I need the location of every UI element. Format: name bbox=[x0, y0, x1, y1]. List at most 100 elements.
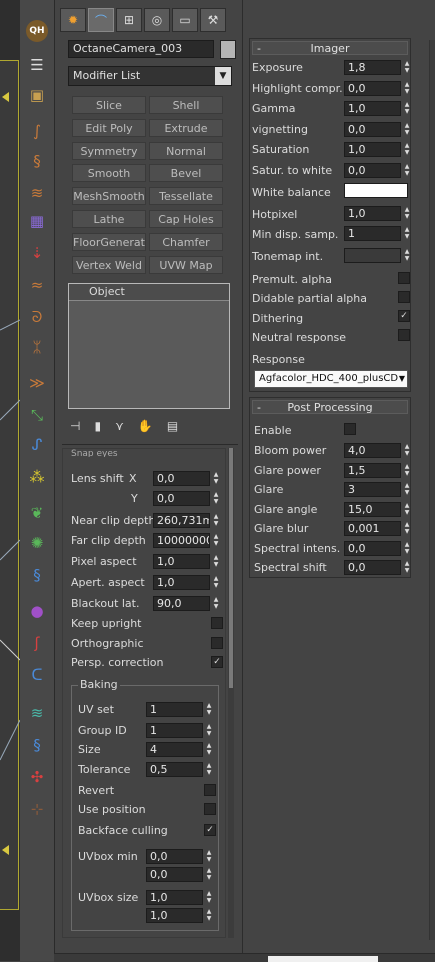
spinner-arrows-icon[interactable]: ▲ ▼ bbox=[402, 521, 412, 536]
modifier-button[interactable]: Slice bbox=[72, 96, 146, 114]
param-spinner[interactable]: 1,5 ▲ ▼ bbox=[344, 462, 412, 478]
pin-stack-icon[interactable]: ⊣ bbox=[70, 419, 80, 433]
modifier-button[interactable]: Cap Holes bbox=[149, 210, 223, 228]
skew-modifier-icon[interactable]: ≫ bbox=[23, 370, 51, 396]
param-spinner[interactable]: 0,0 ▲ ▼ bbox=[344, 560, 412, 575]
utilities-tab[interactable]: ⚒ bbox=[200, 8, 226, 32]
modifier-button[interactable]: Normal bbox=[149, 141, 223, 160]
param-value[interactable]: 0,0 bbox=[344, 560, 401, 575]
pixel-aspect-spinner[interactable]: 1,0 ▲ ▼ bbox=[153, 554, 221, 569]
spinner-arrows-icon[interactable]: ▲ ▼ bbox=[211, 533, 221, 548]
modifier-stack[interactable]: Object bbox=[68, 283, 230, 409]
spinner-arrows-icon[interactable]: ▲ ▼ bbox=[402, 206, 412, 221]
spinner-arrows-icon[interactable]: ▲ ▼ bbox=[402, 560, 412, 575]
display-tab[interactable]: ▭ bbox=[172, 8, 198, 32]
object-color-swatch[interactable] bbox=[220, 40, 236, 59]
spinner-arrows-icon[interactable]: ▲ ▼ bbox=[402, 122, 412, 137]
spinner-arrows-icon[interactable]: ▲ ▼ bbox=[402, 482, 412, 497]
premult-alpha-checkbox[interactable] bbox=[398, 272, 410, 284]
hierarchy-tab[interactable]: ⊞ bbox=[116, 8, 142, 32]
modifier-button[interactable]: MeshSmooth bbox=[72, 187, 146, 206]
param-spinner[interactable]: 0,0 ▲ ▼ bbox=[344, 121, 412, 137]
slice-modifier-icon[interactable]: ʃ bbox=[23, 630, 51, 656]
param-spinner[interactable]: 3 ▲ ▼ bbox=[344, 482, 412, 497]
backface-culling-checkbox[interactable]: ✓ bbox=[204, 824, 216, 836]
right-panel-scrollbar[interactable] bbox=[429, 40, 435, 940]
spinner-arrows-icon[interactable]: ▲ ▼ bbox=[402, 142, 412, 157]
modifier-button[interactable]: Chamfer bbox=[149, 232, 223, 251]
imager-rollout-header[interactable]: - Imager bbox=[252, 41, 408, 55]
command-panel-scrollbar[interactable] bbox=[228, 448, 234, 938]
spinner-arrows-icon[interactable]: ▲ ▼ bbox=[204, 867, 214, 882]
param-value[interactable]: 3 bbox=[344, 482, 401, 497]
modifier-button[interactable]: UVW Map bbox=[149, 255, 223, 274]
keep-upright-checkbox[interactable] bbox=[211, 617, 223, 629]
qh-icon[interactable]: QH bbox=[26, 20, 48, 42]
bone-modifier-icon[interactable]: ⊹ bbox=[23, 796, 51, 822]
ripple-modifier-icon[interactable]: ≈ bbox=[23, 272, 51, 298]
remove-modifier-icon[interactable]: ✋ bbox=[138, 419, 153, 433]
lattice-modifier-icon[interactable]: ▦ bbox=[23, 208, 51, 234]
chevron-down-icon[interactable]: ▼ bbox=[215, 67, 231, 85]
spinner-arrows-icon[interactable]: ▲ ▼ bbox=[402, 248, 412, 263]
param-spinner[interactable]: 1,0 ▲ ▼ bbox=[344, 142, 412, 157]
modifier-button[interactable]: FloorGenerator bbox=[72, 232, 146, 251]
enable-checkbox[interactable] bbox=[344, 423, 356, 435]
spinner-arrows-icon[interactable]: ▲ ▼ bbox=[211, 491, 221, 506]
white-balance-swatch[interactable] bbox=[344, 183, 408, 198]
modifier-button[interactable]: Symmetry bbox=[72, 141, 146, 160]
spinner-arrows-icon[interactable]: ▲ ▼ bbox=[204, 723, 214, 738]
spinner-arrows-icon[interactable]: ▲ ▼ bbox=[402, 226, 412, 241]
revert-checkbox[interactable] bbox=[204, 784, 216, 796]
squeeze-modifier-icon[interactable]: ᛯ bbox=[23, 334, 51, 360]
param-spinner[interactable]: 4,0 ▲ ▼ bbox=[344, 443, 412, 458]
xform-modifier-icon[interactable]: ⁂ bbox=[23, 464, 51, 490]
tolerance-spinner[interactable]: 0,5 ▲ ▼ bbox=[146, 762, 214, 777]
spinner-arrows-icon[interactable]: ▲ ▼ bbox=[204, 702, 214, 717]
param-value[interactable]: 0,0 bbox=[344, 121, 401, 137]
modifier-button[interactable]: Bevel bbox=[149, 164, 223, 183]
param-value[interactable]: 4,0 bbox=[344, 443, 401, 458]
param-value[interactable]: 0,0 bbox=[344, 80, 401, 96]
uvbox-size-u-spinner[interactable]: 1,0 ▲ ▼ bbox=[146, 890, 214, 905]
blackout-spinner[interactable]: 90,0 ▲ ▼ bbox=[153, 596, 221, 611]
list-icon[interactable]: ☰ bbox=[23, 52, 51, 78]
spline-ik-icon[interactable]: ⤡ bbox=[23, 402, 51, 428]
configure-sets-icon[interactable]: ▤ bbox=[167, 419, 178, 433]
spinner-arrows-icon[interactable]: ▲ ▼ bbox=[211, 471, 221, 486]
param-value[interactable]: 0,0 bbox=[344, 162, 401, 178]
param-spinner[interactable]: 1,8 ▲ ▼ bbox=[344, 60, 412, 75]
param-value[interactable]: 0,0 bbox=[344, 540, 401, 556]
stretch-modifier-icon[interactable]: ᘐ bbox=[23, 304, 51, 330]
spinner-arrows-icon[interactable]: ▲ ▼ bbox=[402, 541, 412, 556]
param-spinner[interactable]: 0,001 ▲ ▼ bbox=[344, 521, 412, 536]
param-value[interactable]: 1,0 bbox=[344, 101, 401, 116]
object-name-field[interactable]: OctaneCamera_003 bbox=[68, 40, 214, 58]
motion-tab[interactable]: ◎ bbox=[144, 8, 170, 32]
modifier-button[interactable]: Tessellate bbox=[149, 187, 223, 206]
spinner-arrows-icon[interactable]: ▲ ▼ bbox=[204, 849, 214, 864]
min-disp-samp-spinner[interactable]: 1 ▲ ▼ bbox=[344, 226, 412, 241]
twist-modifier-icon[interactable]: § bbox=[23, 148, 51, 174]
post-processing-header[interactable]: - Post Processing bbox=[252, 400, 408, 414]
far-clip-spinner[interactable]: 10000000000▲▼ bbox=[153, 533, 221, 548]
spinner-arrows-icon[interactable]: ▲ ▼ bbox=[211, 575, 221, 590]
show-end-result-icon[interactable]: ▮ bbox=[94, 419, 101, 433]
uvbox-min-u-spinner[interactable]: 0,0 ▲ ▼ bbox=[146, 849, 214, 864]
near-clip-spinner[interactable]: 260,731mm▲▼ bbox=[153, 513, 221, 528]
spinner-arrows-icon[interactable]: ▲ ▼ bbox=[402, 463, 412, 478]
wave-modifier-icon[interactable]: ≋ bbox=[23, 180, 51, 206]
render-frame-icon[interactable]: ▣ bbox=[23, 82, 51, 108]
param-spinner[interactable]: 1,0 ▲ ▼ bbox=[344, 101, 412, 116]
param-value[interactable]: 1,8 bbox=[344, 60, 401, 75]
param-spinner[interactable]: 0,0 ▲ ▼ bbox=[344, 80, 412, 96]
use-position-checkbox[interactable] bbox=[204, 803, 216, 815]
modifier-button[interactable]: Vertex Weld bbox=[72, 255, 146, 274]
status-field[interactable] bbox=[268, 956, 378, 962]
spinner-arrows-icon[interactable]: ▲ ▼ bbox=[211, 596, 221, 611]
stack-item-object[interactable]: Object bbox=[69, 284, 229, 301]
persp-correction-checkbox[interactable]: ✓ bbox=[211, 656, 223, 668]
modifier-button[interactable]: Edit Poly bbox=[72, 118, 146, 137]
spinner-arrows-icon[interactable]: ▲ ▼ bbox=[402, 163, 412, 178]
symmetry-modifier-icon[interactable]: ✣ bbox=[23, 764, 51, 790]
